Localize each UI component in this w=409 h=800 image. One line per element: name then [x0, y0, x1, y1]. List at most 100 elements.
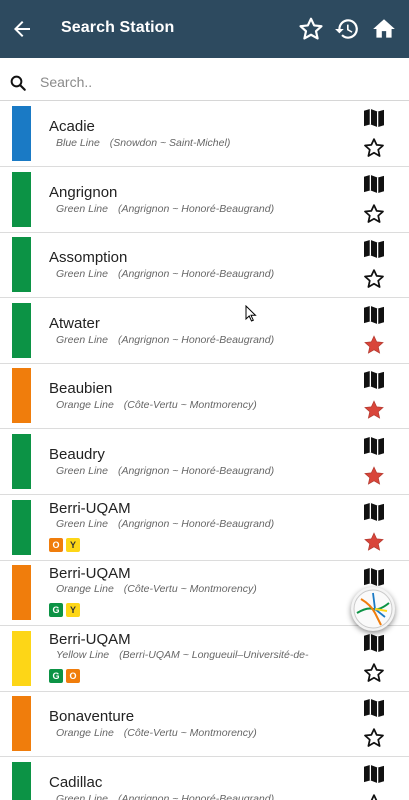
line-color-bar [12, 171, 31, 227]
star-outline-icon[interactable] [363, 268, 385, 290]
map-icon[interactable] [363, 567, 385, 587]
line-name: Green Line [56, 517, 108, 530]
star-filled-icon[interactable] [363, 531, 385, 553]
station-line-info: Green Line (Angrignon ~ Honoré-Beaugrand) [56, 203, 274, 215]
line-color-bar [12, 106, 31, 161]
back-arrow-icon[interactable] [10, 17, 34, 41]
map-icon[interactable] [363, 698, 385, 718]
station-name: Beaudry [49, 446, 105, 463]
map-icon[interactable] [363, 370, 385, 390]
line-color-bar [12, 762, 31, 800]
station-row[interactable]: Cadillac Green Line (Angrignon ~ Honoré-Be… [0, 757, 409, 800]
line-color-bar [12, 499, 31, 555]
station-row[interactable]: Assomption Green Line (Angrignon ~ Honoré-… [0, 232, 409, 299]
metro-map-button[interactable] [351, 587, 395, 631]
station-name: Beaubien [49, 380, 113, 398]
station-line-info: Orange Line (Côte-Vertu ~ Montmorency) [56, 583, 257, 595]
star-outline-icon[interactable] [363, 137, 385, 159]
line-color-bar [12, 565, 31, 621]
line-terminus-range: (Angrignon ~ Honoré-Beaugrand) [117, 268, 275, 281]
metro-map-icon [353, 589, 393, 629]
station-line-info: Yellow Line (Berri-UQAM ~ Longueuil–Unive… [56, 649, 309, 661]
line-color-bar [12, 302, 31, 358]
search-icon [10, 75, 26, 91]
transfer-badge: G [49, 603, 63, 618]
line-terminus-range: (Angrignon ~ Honoré-Beaugrand) [117, 793, 275, 800]
line-name: Green Line [56, 333, 108, 346]
station-line-info: Green Line (Angrignon ~ Honoré-Beaugrand) [56, 334, 274, 346]
mouse-cursor-icon [245, 305, 257, 322]
transfer-badge: O [66, 668, 80, 683]
star-outline-icon[interactable] [363, 203, 385, 225]
station-row[interactable]: Acadie Blue Line (Snowdon ~ Saint-Michel) [0, 101, 409, 167]
station-name: Angrignon [49, 183, 118, 201]
star-filled-icon[interactable] [363, 399, 385, 421]
home-icon[interactable] [371, 16, 397, 42]
transfer-badge: O [49, 537, 63, 552]
page-title: Search Station [61, 19, 175, 36]
history-icon[interactable] [334, 16, 360, 42]
station-name: Assomption [49, 249, 128, 267]
line-terminus-range: (Côte-Vertu ~ Montmorency) [123, 727, 257, 740]
station-line-info: Blue Line (Snowdon ~ Saint-Michel) [56, 137, 230, 149]
station-name: Atwater [49, 314, 100, 332]
station-name: Berri-UQAM [49, 499, 131, 517]
line-name: Orange Line [56, 399, 114, 412]
line-name: Blue Line [56, 137, 100, 149]
line-terminus-range: (Côte-Vertu ~ Montmorency) [123, 399, 257, 412]
station-row[interactable]: Beaubien Orange Line (Côte-Vertu ~ Montmor… [0, 363, 409, 430]
line-name: Orange Line [56, 583, 114, 596]
star-outline-icon[interactable] [298, 16, 324, 42]
line-terminus-range: (Côte-Vertu ~ Montmorency) [123, 583, 257, 596]
station-line-info: Green Line (Angrignon ~ Honoré-Beaugrand) [56, 268, 274, 280]
map-icon[interactable] [363, 502, 385, 522]
line-name: Green Line [56, 465, 108, 477]
station-line-info: Green Line (Angrignon ~ Honoré-Beaugrand) [56, 518, 274, 530]
station-name: Cadillac [49, 774, 103, 791]
app-bar: Search Station [0, 0, 409, 58]
map-icon[interactable] [363, 633, 385, 653]
station-name: Berri-UQAM [49, 630, 131, 648]
line-name: Green Line [56, 202, 108, 215]
search-bar [0, 58, 409, 101]
line-color-bar [12, 237, 31, 293]
star-filled-icon[interactable] [363, 465, 385, 487]
map-icon[interactable] [363, 239, 385, 259]
transfer-badges: GY [49, 600, 83, 618]
station-name: Berri-UQAM [49, 565, 131, 583]
line-terminus-range: (Angrignon ~ Honoré-Beaugrand) [117, 202, 275, 215]
star-outline-icon[interactable] [363, 662, 385, 684]
line-color-bar [12, 368, 31, 424]
search-input[interactable] [40, 71, 370, 93]
line-color-bar [12, 696, 31, 752]
star-filled-icon[interactable] [363, 334, 385, 356]
station-row[interactable]: Berri-UQAM Yellow Line (Berri-UQAM ~ Longu… [0, 626, 409, 692]
line-terminus-range: (Angrignon ~ Honoré-Beaugrand) [117, 465, 275, 477]
station-row[interactable]: Angrignon Green Line (Angrignon ~ Honoré-B… [0, 167, 409, 233]
station-name: Bonaventure [49, 708, 135, 726]
line-name: Orange Line [56, 727, 114, 740]
map-icon[interactable] [363, 436, 385, 456]
station-row[interactable]: Atwater Green Line (Angrignon ~ Honoré-Bea… [0, 298, 409, 364]
transfer-badges: GO [49, 666, 83, 684]
station-row[interactable]: Bonaventure Orange Line (Côte-Vertu ~ Mont… [0, 691, 409, 758]
star-outline-icon[interactable] [363, 727, 385, 749]
line-name: Yellow Line [56, 648, 110, 661]
map-icon[interactable] [363, 108, 385, 128]
star-outline-icon[interactable] [363, 793, 385, 800]
transfer-badge: G [49, 668, 63, 683]
station-line-info: Orange Line (Côte-Vertu ~ Montmorency) [56, 399, 257, 411]
station-row[interactable]: Berri-UQAM Green Line (Angrignon ~ Honoré-… [0, 495, 409, 561]
map-icon[interactable] [363, 764, 385, 784]
transfer-badge: Y [66, 603, 80, 618]
map-icon[interactable] [363, 174, 385, 194]
line-terminus-range: (Snowdon ~ Saint-Michel) [109, 137, 231, 149]
map-icon[interactable] [363, 305, 385, 325]
transfer-badge: Y [66, 537, 80, 552]
station-row[interactable]: Berri-UQAM Orange Line (Côte-Vertu ~ Montm… [0, 560, 409, 627]
line-color-bar [12, 434, 31, 489]
station-row[interactable]: Beaudry Green Line (Angrignon ~ Honoré-Bea… [0, 429, 409, 495]
station-line-info: Orange Line (Côte-Vertu ~ Montmorency) [56, 727, 257, 739]
line-terminus-range: (Berri-UQAM ~ Longueuil–Université-de- [119, 648, 309, 661]
line-name: Green Line [56, 268, 108, 281]
